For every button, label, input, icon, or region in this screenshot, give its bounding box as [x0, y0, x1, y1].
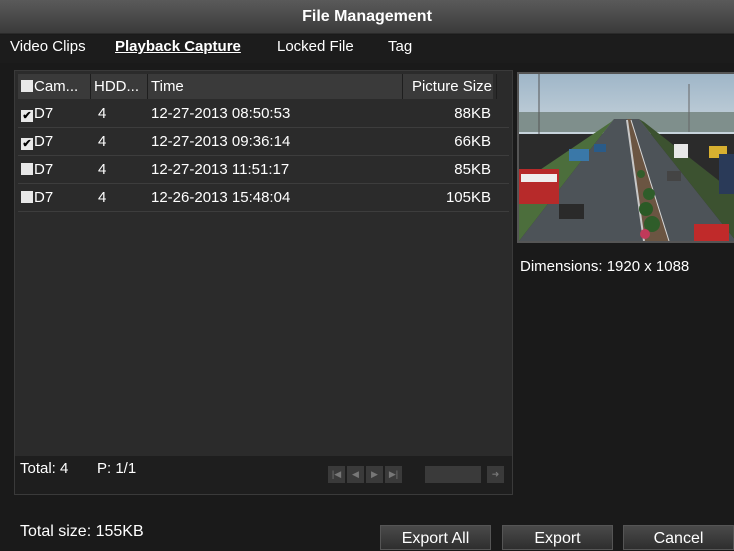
tab-playback-capture[interactable]: Playback Capture	[115, 38, 241, 55]
table-row[interactable]: ✔ D7 4 12-27-2013 08:50:53 88KB	[18, 100, 509, 128]
row-time: 12-26-2013 15:48:04	[151, 189, 291, 206]
prev-icon[interactable]: ◀	[347, 466, 364, 483]
row-time: 12-27-2013 11:51:17	[151, 161, 290, 178]
row-hdd: 4	[98, 161, 107, 178]
total-size: Total size: 155KB	[20, 523, 144, 540]
row-time: 12-27-2013 08:50:53	[151, 105, 291, 122]
table-row[interactable]: D7 4 12-27-2013 11:51:17 85KB	[18, 156, 509, 184]
file-list-panel: Cam... HDD... Time Picture Size ✔ D7 4 12-2…	[14, 70, 513, 495]
table-row[interactable]: D7 4 12-26-2013 15:48:04 105KB	[18, 184, 509, 212]
row-checkbox[interactable]	[21, 163, 33, 175]
row-hdd: 4	[98, 105, 107, 122]
export-button[interactable]: Export	[502, 525, 613, 550]
row-checkbox[interactable]: ✔	[21, 110, 33, 122]
row-checkbox[interactable]: ✔	[21, 138, 33, 150]
header-hdd[interactable]: HDD...	[91, 74, 148, 99]
tab-video-clips[interactable]: Video Clips	[10, 38, 86, 55]
next-icon[interactable]: ▶	[366, 466, 383, 483]
row-time: 12-27-2013 09:36:14	[151, 133, 291, 150]
row-picture-size: 66KB	[454, 133, 491, 150]
total-count: Total: 4	[20, 460, 69, 477]
table-header: Cam... HDD... Time Picture Size	[18, 74, 497, 99]
cancel-button[interactable]: Cancel	[623, 525, 734, 550]
row-camera: D7	[34, 105, 54, 122]
header-picture-size[interactable]: Picture Size	[403, 74, 497, 99]
page-input[interactable]	[425, 466, 481, 483]
row-camera: D7	[34, 133, 54, 150]
preview-image	[517, 72, 734, 243]
tab-locked-file[interactable]: Locked File	[277, 38, 354, 55]
skip-last-icon[interactable]: ▶|	[385, 466, 402, 483]
skip-first-icon[interactable]: |◀	[328, 466, 345, 483]
table-footer: Total: 4 P: 1/1 |◀ ◀ ▶ ▶| ➜	[15, 456, 512, 494]
header-camera[interactable]: Cam...	[18, 74, 91, 99]
go-arrow-icon[interactable]: ➜	[487, 466, 504, 483]
export-all-button[interactable]: Export All	[380, 525, 491, 550]
header-camera-label: Cam...	[34, 78, 79, 95]
table-row[interactable]: ✔ D7 4 12-27-2013 09:36:14 66KB	[18, 128, 509, 156]
select-all-checkbox[interactable]	[21, 80, 33, 92]
row-camera: D7	[34, 161, 54, 178]
header-time[interactable]: Time	[148, 74, 403, 99]
row-hdd: 4	[98, 189, 107, 206]
tab-bar: Video Clips Playback Capture Locked File…	[0, 35, 734, 63]
row-picture-size: 88KB	[454, 105, 491, 122]
row-hdd: 4	[98, 133, 107, 150]
row-picture-size: 85KB	[454, 161, 491, 178]
row-camera: D7	[34, 189, 54, 206]
page-indicator: P: 1/1	[97, 460, 137, 477]
row-checkbox[interactable]	[21, 191, 33, 203]
tab-tag[interactable]: Tag	[388, 38, 412, 55]
row-picture-size: 105KB	[445, 189, 491, 206]
window-title: File Management	[0, 0, 734, 34]
dimensions-label: Dimensions: 1920 x 1088	[520, 258, 690, 275]
